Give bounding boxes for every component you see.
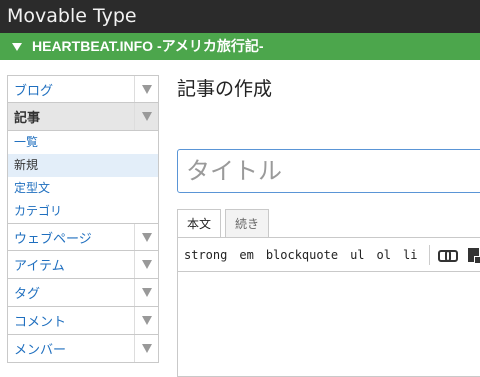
expand-toggle[interactable] [134,307,158,334]
entries-submenu: 一覧 新規 定型文 カテゴリ [7,131,159,223]
link-icon[interactable] [438,249,459,262]
page-title: 記事の作成 [177,78,273,100]
expand-toggle[interactable] [134,335,158,362]
sidebar-group-label[interactable]: メンバー [8,339,66,358]
sidebar-item-category[interactable]: カテゴリ [8,200,158,223]
site-bar[interactable]: HEARTBEAT.INFO -アメリカ旅行記- [0,33,480,60]
ol-button[interactable]: ol [377,248,391,262]
sidebar-group-label[interactable]: タグ [8,283,40,302]
strong-button[interactable]: strong [184,248,227,262]
sidebar-group-label[interactable]: アイテム [8,255,65,274]
triangle-down-icon [141,112,152,121]
expand-toggle[interactable] [134,251,158,278]
expand-toggle[interactable] [134,76,158,102]
sidebar-group-tags[interactable]: タグ [7,279,159,307]
title-input[interactable]: タイトル [177,149,480,193]
sidebar-group-assets[interactable]: アイテム [7,251,159,279]
li-button[interactable]: li [403,248,417,262]
editor-tabs: 本文 続き [177,209,273,238]
insert-file-icon[interactable] [468,247,480,264]
triangle-down-icon [141,288,152,297]
rich-text-editor[interactable]: strong em blockquote ul ol li [177,237,480,377]
triangle-down-icon[interactable] [12,42,22,51]
tab-more[interactable]: 続き [225,209,270,237]
blockquote-button[interactable]: blockquote [266,248,338,262]
app-header: Movable Type [0,0,480,33]
ul-button[interactable]: ul [350,248,364,262]
tab-body[interactable]: 本文 [177,209,222,238]
sidebar-group-label[interactable]: コメント [8,311,66,330]
editor-toolbar: strong em blockquote ul ol li [178,238,480,272]
triangle-down-icon [141,316,152,325]
sidebar-group-members[interactable]: メンバー [7,335,159,363]
toolbar-divider [429,244,431,265]
sidebar-group-label[interactable]: ブログ [8,80,53,99]
sidebar-group-label[interactable]: ウェブページ [8,228,92,247]
expand-toggle[interactable] [134,224,158,250]
site-name[interactable]: HEARTBEAT.INFO -アメリカ旅行記- [32,33,264,60]
triangle-down-icon [141,232,152,242]
sidebar-group-comments[interactable]: コメント [7,307,159,335]
triangle-down-icon [141,84,152,94]
sidebar-item-boilerplate[interactable]: 定型文 [8,177,158,200]
sidebar-group-entries[interactable]: 記事 [7,103,159,131]
expand-toggle[interactable] [134,103,158,130]
em-button[interactable]: em [239,248,253,262]
sidebar-item-list[interactable]: 一覧 [8,131,158,154]
triangle-down-icon [141,344,152,353]
sidebar: ブログ 記事 一覧 新規 定型文 カテゴリ ウェブページ アイテム タグ コメン… [7,75,159,363]
sidebar-group-label[interactable]: 記事 [8,107,40,126]
triangle-down-icon [141,260,152,269]
app-logo[interactable]: Movable Type [7,5,137,27]
sidebar-item-new[interactable]: 新規 [8,154,158,177]
expand-toggle[interactable] [134,279,158,306]
sidebar-group-blog[interactable]: ブログ [7,75,159,103]
sidebar-group-webpages[interactable]: ウェブページ [7,223,159,251]
